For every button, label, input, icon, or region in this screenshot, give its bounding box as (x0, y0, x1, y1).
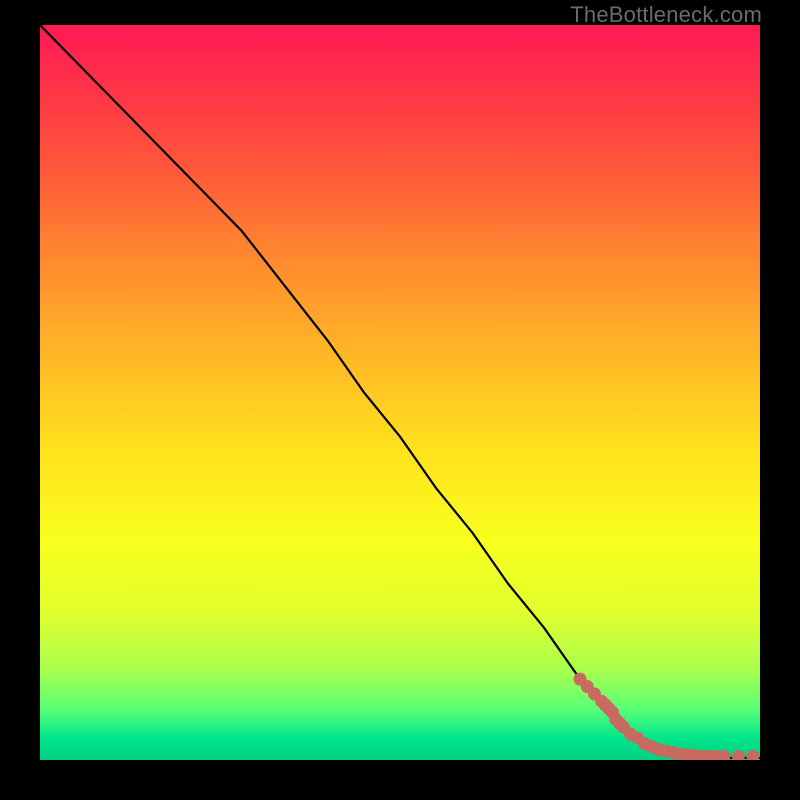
plot-area (40, 25, 760, 760)
data-point (746, 750, 759, 760)
data-point (732, 750, 745, 760)
curve-line (40, 25, 760, 758)
chart-frame: TheBottleneck.com (0, 0, 800, 800)
chart-overlay (40, 25, 760, 760)
